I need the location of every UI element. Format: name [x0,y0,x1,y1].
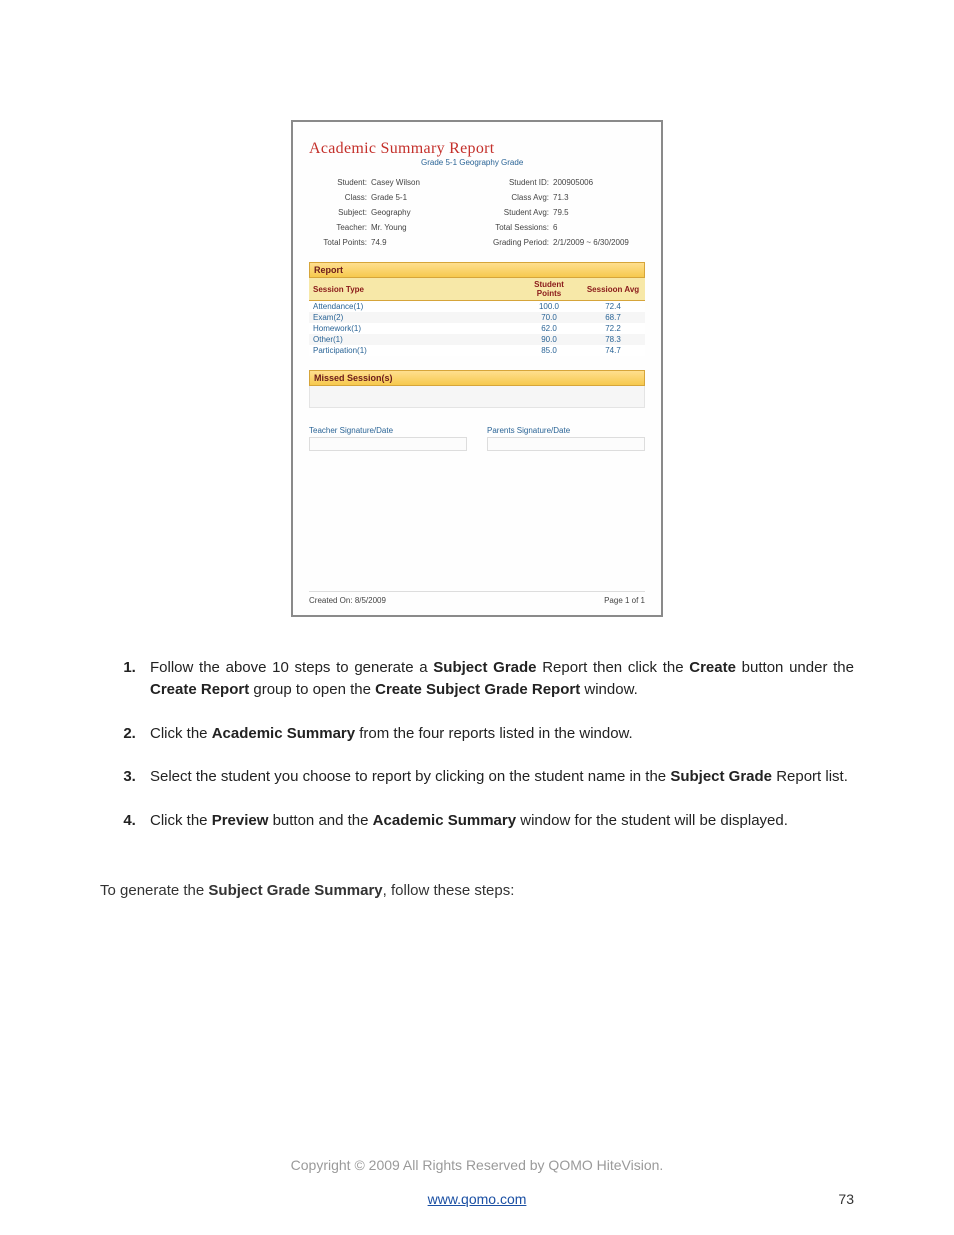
lbl-total-points: Total Points: [309,238,371,247]
val-total-sessions: 6 [553,223,645,232]
lbl-teacher: Teacher: [309,223,371,232]
val-teacher: Mr. Young [371,223,477,232]
lbl-class-avg: Class Avg: [477,193,553,202]
table-row: Homework(1)62.072.2 [309,323,645,334]
val-subject: Geography [371,208,477,217]
step-4: Click the Preview button and the Academi… [140,810,854,832]
report-info-grid: Student:Casey Wilson Student ID:20090500… [309,173,645,252]
teacher-signature-line [309,437,467,451]
section-report-header: Report [309,262,645,278]
val-student: Casey Wilson [371,178,477,187]
step-3: Select the student you choose to report … [140,766,854,788]
val-class-avg: 71.3 [553,193,645,202]
parents-signature: Parents Signature/Date [487,426,645,451]
col-student-points: Student Points [517,278,581,301]
report-table: Session Type Student Points Sessioon Avg… [309,278,645,356]
page-number: 73 [838,1191,854,1207]
val-student-id: 200905006 [553,178,645,187]
section-missed-header: Missed Session(s) [309,370,645,386]
lbl-total-sessions: Total Sessions: [477,223,553,232]
missed-sessions-body [309,386,645,408]
val-grading-period: 2/1/2009 ~ 6/30/2009 [553,238,645,247]
report-footer: Created On: 8/5/2009 Page 1 of 1 [309,591,645,605]
instruction-steps: Follow the above 10 steps to generate a … [100,657,854,832]
footer-link[interactable]: www.qomo.com [428,1191,527,1207]
parents-signature-line [487,437,645,451]
table-row: Exam(2)70.068.7 [309,312,645,323]
created-on-value: 8/5/2009 [355,596,386,605]
lbl-student: Student: [309,178,371,187]
report-title: Academic Summary Report [309,140,645,158]
lbl-student-avg: Student Avg: [477,208,553,217]
table-row: Other(1)90.078.3 [309,334,645,345]
table-row: Attendance(1)100.072.4 [309,301,645,313]
teacher-signature: Teacher Signature/Date [309,426,467,451]
teacher-signature-label: Teacher Signature/Date [309,426,467,435]
val-total-points: 74.9 [371,238,477,247]
parents-signature-label: Parents Signature/Date [487,426,645,435]
lbl-class: Class: [309,193,371,202]
report-subtitle: Grade 5-1 Geography Grade [421,158,645,167]
created-on-label: Created On: [309,596,353,605]
val-student-avg: 79.5 [553,208,645,217]
step-1: Follow the above 10 steps to generate a … [140,657,854,701]
val-class: Grade 5-1 [371,193,477,202]
lead-sentence: To generate the Subject Grade Summary, f… [100,882,854,899]
report-page-of: Page 1 of 1 [604,596,645,605]
lbl-subject: Subject: [309,208,371,217]
copyright-footer: Copyright © 2009 All Rights Reserved by … [100,1157,854,1173]
academic-summary-screenshot: Academic Summary Report Grade 5-1 Geogra… [291,120,663,617]
col-session-type: Session Type [309,278,517,301]
lbl-student-id: Student ID: [477,178,553,187]
step-2: Click the Academic Summary from the four… [140,723,854,745]
col-session-avg: Sessioon Avg [581,278,645,301]
table-row: Participation(1)85.074.7 [309,345,645,356]
lbl-grading-period: Grading Period: [477,238,553,247]
